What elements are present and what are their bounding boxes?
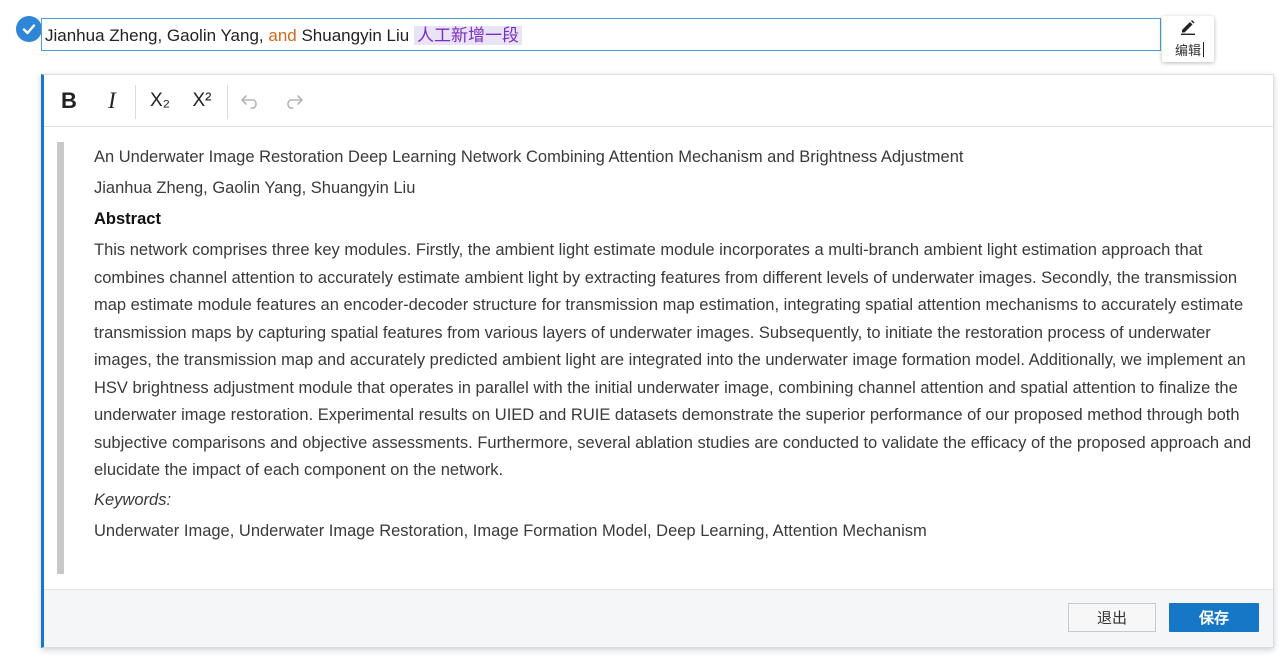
exit-button[interactable]: 退出 (1068, 603, 1156, 632)
keywords-text: Underwater Image, Underwater Image Resto… (94, 521, 927, 540)
undo-icon[interactable] (238, 87, 264, 115)
check-icon[interactable] (16, 16, 42, 42)
keywords-heading: Keywords: (94, 490, 172, 509)
document-authors: Jianhua Zheng, Gaolin Yang, Shuangyin Li… (94, 179, 416, 197)
redo-icon[interactable] (280, 87, 306, 115)
editor-toolbar: B I X₂ X² (44, 75, 1273, 127)
toolbar-divider (135, 85, 136, 119)
title-line-and: and (268, 26, 297, 45)
pencil-icon (1179, 19, 1197, 38)
title-line-input[interactable]: Jianhua Zheng, Gaolin Yang, and Shuangyi… (41, 18, 1161, 51)
edit-button[interactable]: 编辑 (1162, 16, 1214, 62)
subscript-button[interactable]: X₂ (145, 87, 175, 115)
title-line-added: 人工新增一段 (413, 26, 522, 45)
save-button[interactable]: 保存 (1169, 603, 1259, 632)
abstract-heading: Abstract (94, 210, 161, 228)
editor-panel: B I X₂ X² An Underwater Image Restoratio… (41, 74, 1274, 648)
toolbar-divider-2 (227, 85, 228, 119)
editor-footer: 退出 保存 (44, 589, 1273, 647)
title-line-text: Jianhua Zheng, Gaolin Yang, (45, 26, 269, 45)
edit-button-label: 编辑 (1175, 40, 1204, 59)
bold-button[interactable]: B (56, 87, 82, 115)
abstract-text: This network comprises three key modules… (94, 241, 1252, 479)
editor-content[interactable]: An Underwater Image Restoration Deep Lea… (57, 142, 1257, 574)
document-title: An Underwater Image Restoration Deep Lea… (94, 148, 964, 166)
superscript-button[interactable]: X² (187, 87, 217, 115)
italic-button[interactable]: I (99, 87, 125, 115)
title-line-text-2: Shuangyin Liu (296, 26, 414, 45)
